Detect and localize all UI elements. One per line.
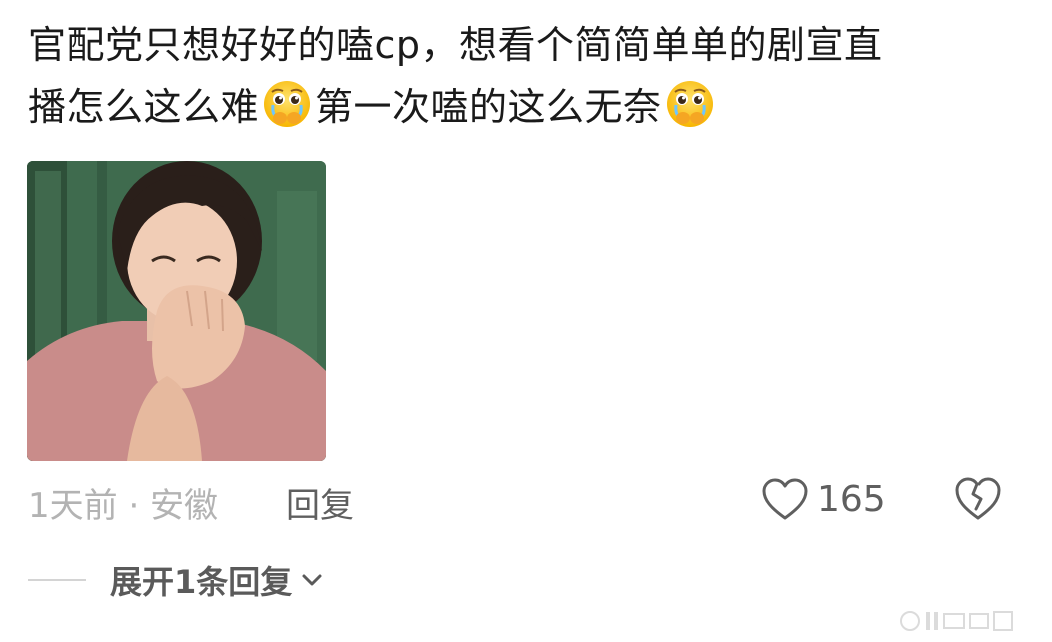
comment-line-2b: 第一次嗑的这么无奈 (315, 85, 662, 129)
comment-image[interactable] (27, 161, 326, 461)
expand-replies-row: 展开1条回复 (28, 553, 628, 605)
comment-text: 官配党只想好好的嗑cp，想看个简简单单的剧宣直 播怎么这么难 第一次嗑的这么无奈 (28, 14, 1028, 138)
person-laughing-photo (27, 161, 326, 461)
heart-icon (762, 478, 808, 520)
comment-meta-row: 1天前 · 安徽 回复 165 (28, 472, 1028, 526)
expand-replies-label: 展开1条回复 (110, 563, 293, 601)
pleading-face-emoji-icon (264, 81, 311, 127)
chevron-down-icon (302, 574, 322, 586)
like-button[interactable]: 165 (761, 472, 886, 526)
broken-heart-icon[interactable] (954, 475, 1002, 521)
like-count: 165 (817, 478, 886, 520)
time-location: 1天前 · 安徽 (28, 486, 219, 526)
comment-line-2a: 播怎么这么难 (28, 85, 260, 129)
comment-line-1: 官配党只想好好的嗑cp，想看个简简单单的剧宣直 (28, 23, 883, 67)
watermark-logo (900, 611, 1013, 631)
reply-button[interactable]: 回复 (286, 478, 354, 527)
expand-replies-button[interactable]: 展开1条回复 (110, 557, 324, 603)
pleading-face-emoji-icon (666, 81, 713, 127)
divider-line (28, 579, 86, 581)
